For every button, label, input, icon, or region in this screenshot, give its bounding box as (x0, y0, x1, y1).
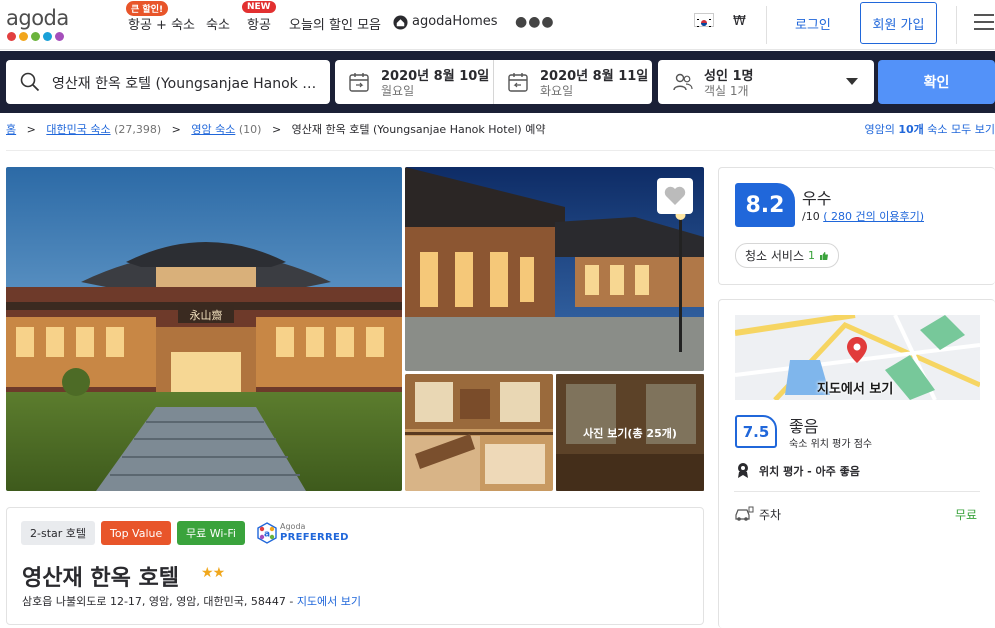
logo-dot-blue (43, 32, 52, 41)
tag-top-value: Top Value (101, 521, 172, 545)
location-score-label: 좋음 (789, 417, 819, 436)
preferred-label: PREFERRED (280, 532, 349, 543)
preferred-label-small: Agoda (280, 522, 306, 531)
search-confirm-button[interactable]: 확인 (878, 60, 995, 104)
favorite-heart-button[interactable] (657, 178, 693, 214)
breadcrumb-city[interactable]: 영암 숙소 (191, 123, 235, 136)
address-map-link[interactable]: 지도에서 보기 (297, 595, 361, 608)
header-divider (766, 6, 767, 44)
star-icon: ★ (201, 565, 214, 581)
view-all-properties-link[interactable]: 영암의 10개 숙소 모두 보기 (864, 121, 995, 137)
svg-text:a: a (264, 530, 270, 540)
view-all-suffix: 숙소 모두 보기 (927, 123, 995, 136)
search-icon (20, 72, 40, 96)
nav-hotels[interactable]: 숙소 (206, 14, 230, 33)
signup-button[interactable]: 회원 가입 (860, 2, 937, 44)
view-all-prefix: 영암의 (864, 123, 895, 136)
logo-dot-green (31, 32, 40, 41)
agoda-homes-icon (393, 15, 408, 34)
cleanliness-chip[interactable]: 청소 서비스 1 (735, 243, 840, 268)
review-label: 우수 (802, 189, 832, 208)
review-count-line: /10 ( 280 건의 이용후기) (802, 208, 924, 224)
parking-car-icon (734, 505, 754, 527)
agoda-logo-dots (7, 32, 64, 41)
breadcrumb-separator: > (26, 123, 36, 136)
parking-value: 무료 (955, 508, 978, 522)
room-interior-photo[interactable] (405, 374, 553, 491)
guests-icon (672, 71, 694, 97)
thumbs-up-icon (820, 251, 829, 260)
header-divider-right (956, 6, 957, 44)
breadcrumb-city-count: (10) (238, 123, 262, 136)
location-award-icon (736, 462, 750, 482)
view-all-count: 10개 (898, 123, 924, 136)
calendar-checkin-icon (348, 71, 370, 97)
location-divider (734, 491, 980, 492)
logo-dot-orange (19, 32, 28, 41)
checkin-day: 월요일 (381, 84, 415, 98)
parking-label: 주차 (759, 508, 782, 522)
currency-selector[interactable]: ₩ (733, 14, 746, 29)
nav-flights[interactable]: 항공 (247, 14, 271, 33)
nav-agoda-homes[interactable]: agodaHomes (412, 14, 498, 29)
agoda-logo[interactable]: agoda (6, 6, 69, 30)
nav-deals[interactable]: 오늘의 할인 모음 (289, 14, 381, 33)
checkout-day: 화요일 (540, 84, 574, 98)
korea-flag-icon[interactable] (694, 13, 714, 27)
breadcrumb-country[interactable]: 대한민국 숙소 (46, 123, 110, 136)
review-score-badge: 8.2 (735, 183, 795, 227)
breadcrumb-current: 영산재 한옥 호텔 (Youngsanjae Hanok Hotel) 예약 (291, 123, 546, 136)
hanja-sign: 永山齋 (190, 308, 223, 322)
breadcrumb: 홈 > 대한민국 숙소 (27,398) > 영암 숙소 (10) > 영산재 … (6, 121, 545, 137)
review-count-link[interactable]: ( 280 건의 이용후기) (823, 210, 924, 223)
review-out-of: /10 (802, 210, 820, 223)
divider-line (6, 150, 995, 151)
hotel-address-line: 삼호읍 나불외도로 12-17, 영암, 영암, 대한민국, 58447 - 지… (22, 593, 361, 609)
occupancy-selector[interactable]: 성인 1명 객실 1개 (658, 60, 874, 104)
nav-badge-new: NEW (242, 1, 276, 13)
tag-star-class: 2-star 호텔 (21, 521, 96, 545)
checkin-date-field[interactable]: 2020년 8월 10일 월요일 (335, 60, 493, 104)
hotel-address: 삼호읍 나불외도로 12-17, 영암, 영암, 대한민국, 58447 - (22, 595, 294, 608)
star-rating: ★★ (201, 565, 226, 581)
hotel-name: 영산재 한옥 호텔 (22, 566, 179, 591)
breadcrumb-separator: > (171, 123, 181, 136)
location-badge-text: 위치 평가 - 아주 좋음 (759, 465, 860, 478)
cleanliness-count: 1 (808, 249, 816, 262)
destination-input[interactable]: 영산재 한옥 호텔 (Youngsanjae Hanok Hotel) (6, 60, 330, 104)
logo-dot-red (7, 32, 16, 41)
agoda-preferred-icon: a (257, 522, 277, 544)
logo-dot-purple (55, 32, 64, 41)
view-on-map-button[interactable]: 지도에서 보기 (817, 378, 893, 397)
location-score-badge: 7.5 (735, 415, 777, 448)
login-button[interactable]: 로그인 (795, 14, 831, 33)
calendar-checkout-icon (507, 71, 529, 97)
location-score-sublabel: 숙소 위치 평가 점수 (789, 439, 873, 450)
heart-icon (664, 186, 686, 205)
tag-free-wifi: 무료 Wi-Fi (177, 521, 245, 545)
checkout-date-field[interactable]: 2020년 8월 11일 화요일 (494, 60, 652, 104)
breadcrumb-home[interactable]: 홈 (6, 123, 16, 136)
hamburger-menu-icon[interactable] (974, 14, 994, 35)
more-dots-icon[interactable]: ●●● (515, 14, 555, 30)
nav-flight-hotel[interactable]: 항공 + 숙소 (128, 14, 195, 33)
chevron-down-icon (846, 78, 858, 85)
breadcrumb-separator: > (271, 123, 282, 136)
rooms-count: 객실 1개 (704, 84, 749, 98)
star-icon: ★ (212, 565, 226, 581)
breadcrumb-country-count: (27,398) (114, 123, 162, 136)
main-hotel-photo[interactable]: 永山齋 (6, 167, 402, 491)
view-all-photos-button[interactable]: 사진 보기(총 25개) (556, 374, 704, 491)
cleanliness-label: 청소 서비스 (745, 249, 805, 263)
destination-value: 영산재 한옥 호텔 (Youngsanjae Hanok Hotel) (52, 76, 324, 92)
agoda-preferred-logo: a (257, 522, 277, 548)
